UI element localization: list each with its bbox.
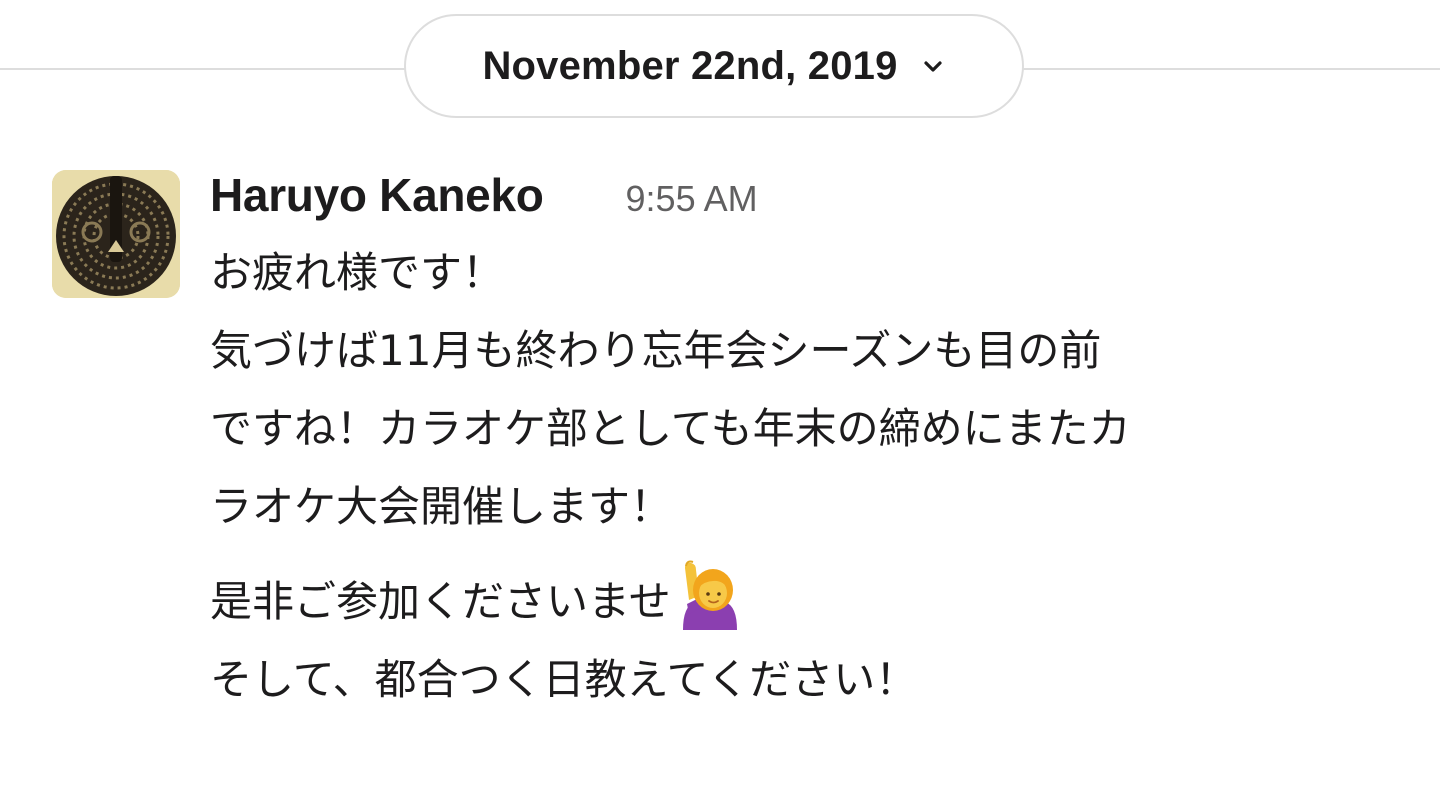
chevron-down-icon	[920, 53, 946, 79]
message-line-with-emoji: 是非ご参加くださいませ	[210, 560, 1400, 641]
date-label: November 22nd, 2019	[482, 43, 898, 88]
divider-line-left	[0, 68, 406, 70]
message-paragraph: 是非ご参加くださいませ そして、都合つく日教えてください！	[210, 560, 1400, 719]
message-header: Haruyo Kaneko 9:55 AM	[210, 168, 758, 228]
avatar[interactable]	[52, 170, 180, 298]
message-line: ですね！カラオケ部としても年末の締めにまたカ	[210, 404, 1131, 453]
message-line: 気づけば11月も終わり忘年会シーズンも目の前	[210, 326, 1102, 375]
divider-line-right	[1022, 68, 1440, 70]
sender-name[interactable]: Haruyo Kaneko	[210, 168, 544, 222]
message-body: お疲れ様です！ 気づけば11月も終わり忘年会シーズンも目の前 ですね！カラオケ部…	[210, 234, 1400, 719]
message-line: そして、都合つく日教えてください！	[210, 655, 918, 704]
message-line: お疲れ様です！	[210, 248, 505, 297]
message-line: ラオケ大会開催します！	[210, 482, 673, 531]
person-raising-hand-emoji-icon	[675, 560, 745, 630]
message-timestamp[interactable]: 9:55 AM	[626, 178, 758, 220]
date-divider: November 22nd, 2019	[0, 0, 1440, 140]
message-line: 是非ご参加くださいませ	[210, 577, 671, 626]
date-jump-button[interactable]: November 22nd, 2019	[404, 14, 1024, 118]
message-paragraph: お疲れ様です！ 気づけば11月も終わり忘年会シーズンも目の前 ですね！カラオケ部…	[210, 234, 1400, 546]
